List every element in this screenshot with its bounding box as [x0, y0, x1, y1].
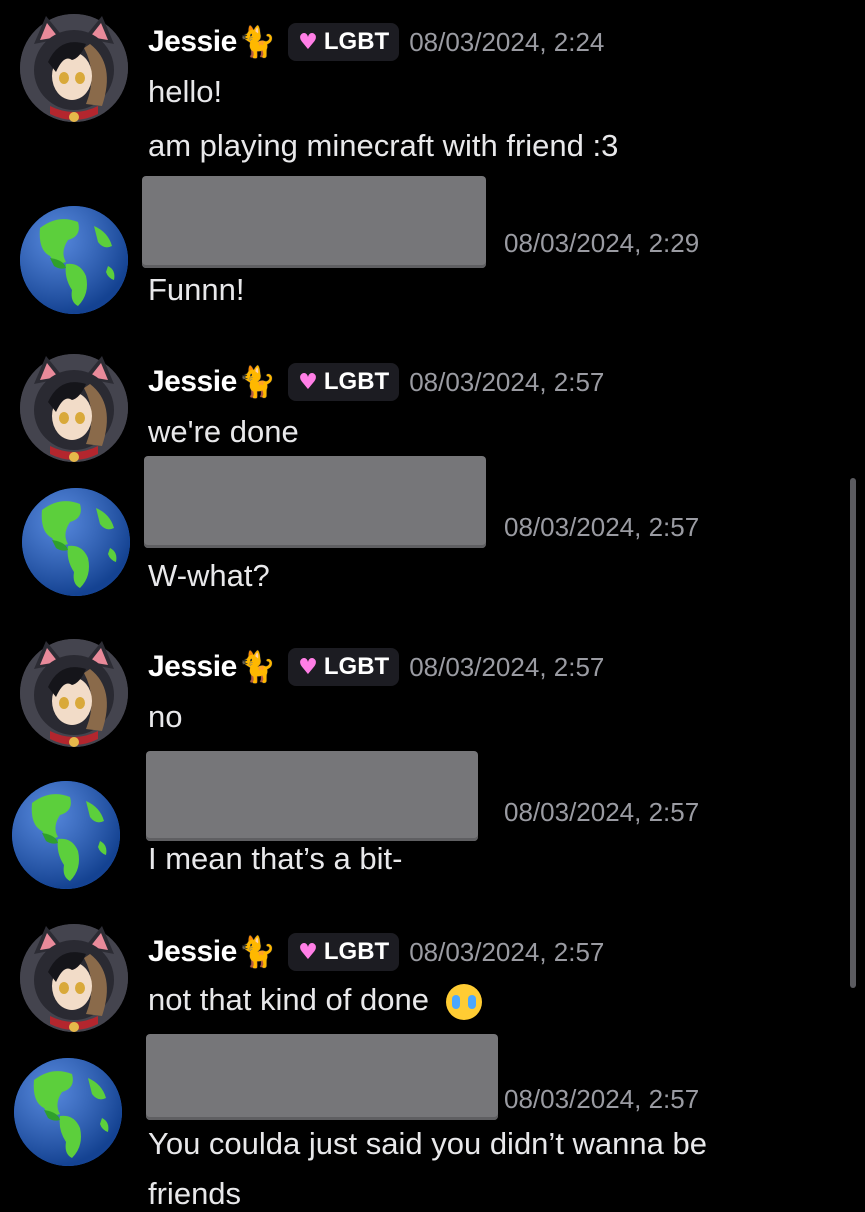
- role-tag[interactable]: ♥ LGBT: [288, 23, 400, 61]
- redacted-username: [142, 176, 486, 268]
- black-cat-icon: 🐈: [238, 934, 277, 970]
- timestamp: 08/03/2024, 2:57: [504, 1084, 700, 1114]
- message-jessie-2: Jessie 🐈 ♥ LGBT 08/03/2024, 2:57 we're d…: [0, 340, 865, 462]
- message-header: Jessie 🐈 ♥ LGBT 08/03/2024, 2:57: [148, 647, 604, 687]
- role-tag[interactable]: ♥ LGBT: [288, 933, 400, 971]
- message-header: Jessie 🐈 ♥ LGBT 08/03/2024, 2:57: [148, 362, 604, 402]
- pink-heart-icon: ♥: [298, 369, 318, 395]
- timestamp: 08/03/2024, 2:57: [409, 651, 605, 682]
- message-text: am playing minecraft with friend :3: [148, 128, 619, 163]
- timestamp: 08/03/2024, 2:24: [409, 26, 605, 57]
- cat-avatar-icon[interactable]: [20, 924, 128, 1032]
- earth-avatar-icon[interactable]: [14, 1058, 122, 1166]
- message-text-content: not that kind of done: [148, 982, 429, 1017]
- message-jessie-3: Jessie 🐈 ♥ LGBT 08/03/2024, 2:57 no: [0, 625, 865, 747]
- username[interactable]: Jessie: [148, 935, 237, 969]
- redacted-username: [146, 751, 478, 841]
- earth-avatar-icon[interactable]: [12, 781, 120, 889]
- role-label: LGBT: [323, 28, 390, 55]
- scrollbar[interactable]: [850, 478, 856, 988]
- message-header: Jessie 🐈 ♥ LGBT 08/03/2024, 2:57: [148, 932, 604, 972]
- black-cat-icon: 🐈: [238, 649, 277, 685]
- pink-heart-icon: ♥: [298, 939, 318, 965]
- timestamp: 08/03/2024, 2:57: [409, 936, 605, 967]
- message-other-1: 08/03/2024, 2:29 Funnn!: [0, 170, 865, 320]
- message-text: not that kind of done: [148, 982, 482, 1020]
- timestamp: 08/03/2024, 2:57: [504, 797, 700, 827]
- pink-heart-icon: ♥: [298, 654, 318, 680]
- message-text: friends: [148, 1176, 242, 1211]
- redacted-username: [146, 1034, 498, 1120]
- black-cat-icon: 🐈: [238, 24, 277, 60]
- cat-avatar-icon[interactable]: [20, 354, 128, 462]
- redacted-username: [144, 456, 486, 548]
- message-text: Funnn!: [148, 272, 245, 307]
- message-text: W-what?: [148, 558, 270, 593]
- earth-avatar-icon[interactable]: [20, 206, 128, 314]
- username[interactable]: Jessie: [148, 25, 237, 59]
- message-text: You coulda just said you didn’t wanna be: [148, 1126, 707, 1161]
- timestamp: 08/03/2024, 2:57: [409, 366, 605, 397]
- cat-avatar-icon[interactable]: [20, 639, 128, 747]
- role-tag[interactable]: ♥ LGBT: [288, 648, 400, 686]
- role-label: LGBT: [323, 938, 390, 965]
- username[interactable]: Jessie: [148, 650, 237, 684]
- message-text: no: [148, 699, 183, 734]
- message-other-3: 08/03/2024, 2:57 I mean that’s a bit-: [0, 745, 865, 905]
- crying-face-icon: [445, 983, 482, 1020]
- timestamp: 08/03/2024, 2:29: [504, 228, 700, 258]
- role-label: LGBT: [323, 653, 390, 680]
- username[interactable]: Jessie: [148, 365, 237, 399]
- black-cat-icon: 🐈: [238, 364, 277, 400]
- message-other-2: 08/03/2024, 2:57 W-what?: [0, 450, 865, 610]
- timestamp: 08/03/2024, 2:57: [504, 512, 700, 542]
- message-text: hello!: [148, 74, 223, 109]
- message-text: we're done: [148, 414, 299, 449]
- role-label: LGBT: [323, 368, 390, 395]
- message-jessie-4: Jessie 🐈 ♥ LGBT 08/03/2024, 2:57 not tha…: [0, 910, 865, 1032]
- message-jessie-1: Jessie 🐈 ♥ LGBT 08/03/2024, 2:24 hello! …: [0, 0, 865, 170]
- message-other-4: 08/03/2024, 2:57 You coulda just said yo…: [0, 1030, 865, 1211]
- role-tag[interactable]: ♥ LGBT: [288, 363, 400, 401]
- message-text: I mean that’s a bit-: [148, 841, 403, 876]
- earth-avatar-icon[interactable]: [22, 488, 130, 596]
- pink-heart-icon: ♥: [298, 29, 318, 55]
- cat-avatar-icon[interactable]: [20, 14, 128, 122]
- message-header: Jessie 🐈 ♥ LGBT 08/03/2024, 2:24: [148, 22, 604, 62]
